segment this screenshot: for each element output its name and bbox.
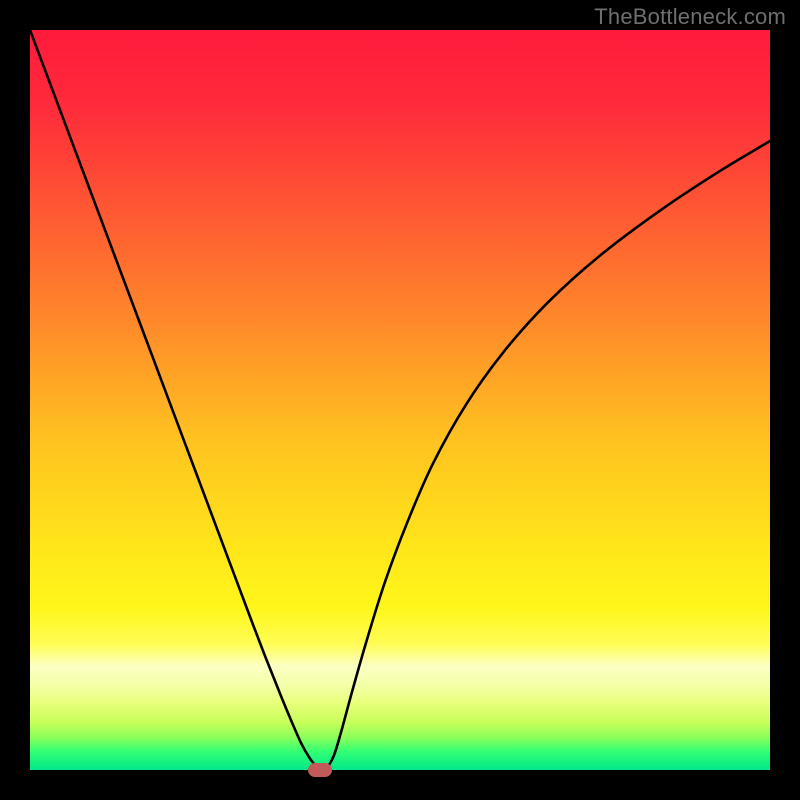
bottleneck-curve xyxy=(30,30,770,770)
sweet-spot-marker xyxy=(308,763,332,777)
plot-area xyxy=(30,30,770,770)
watermark-text: TheBottleneck.com xyxy=(594,4,786,30)
